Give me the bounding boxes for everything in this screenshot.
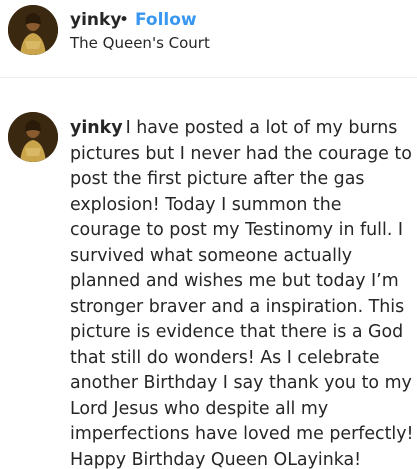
avatar-portrait-icon (8, 112, 58, 162)
location-link[interactable]: The Queen's Court (70, 33, 210, 53)
follow-button[interactable]: Follow (135, 8, 197, 32)
post-caption: yinky I have posted a lot of my burns pic… (70, 116, 415, 469)
avatar-portrait-icon (8, 5, 58, 55)
caption-username[interactable]: yinky (70, 118, 123, 138)
separator-dot: • (119, 10, 130, 30)
caption-avatar[interactable] (8, 112, 58, 162)
caption-text: I have posted a lot of my burns pictures… (70, 118, 414, 469)
profile-avatar[interactable] (8, 5, 58, 55)
header-username[interactable]: yinky (70, 8, 121, 32)
post-header: yinky • Follow The Queen's Court (0, 0, 417, 78)
